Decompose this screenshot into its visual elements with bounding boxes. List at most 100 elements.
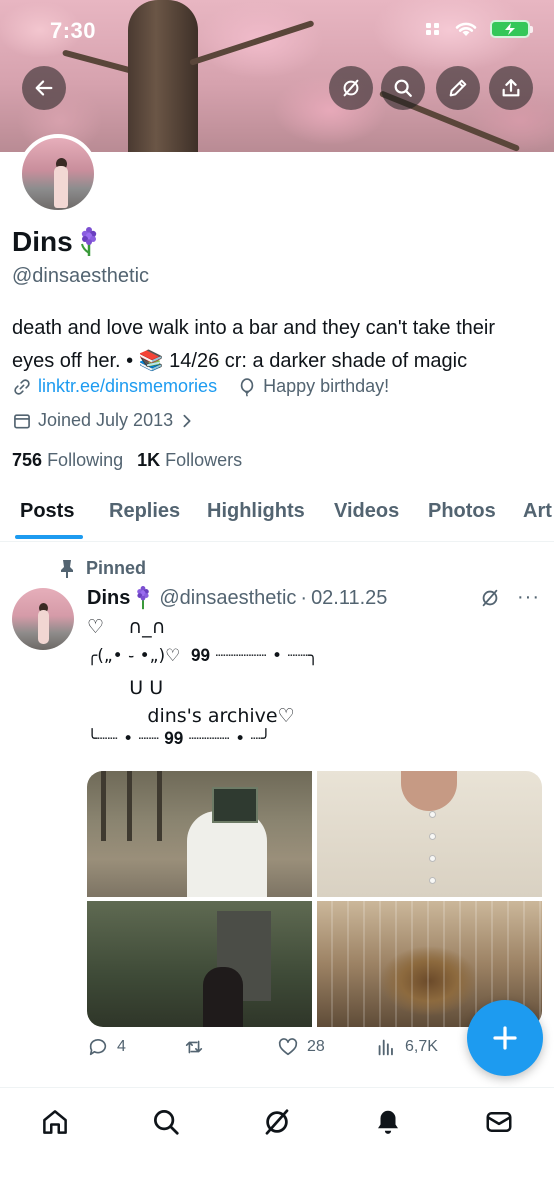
post-header: Dins @dinsaesthetic · 02.11.25 [87, 586, 387, 610]
mail-icon [486, 1112, 512, 1132]
profile-handle: @dinsaesthetic [12, 265, 150, 287]
edit-profile-button[interactable] [436, 66, 480, 110]
link-icon [14, 378, 30, 395]
post-avatar-figure [38, 610, 49, 644]
grok-icon[interactable] [479, 587, 501, 609]
repost-icon [185, 1040, 203, 1054]
post-top-actions: ··· [479, 586, 540, 609]
hyacinth-emoji-icon [80, 227, 96, 256]
followers-link[interactable]: 1K Followers [137, 450, 242, 471]
tab-articles[interactable]: Art [523, 500, 552, 523]
follow-stats: 756 Following 1K Followers [12, 450, 242, 471]
photo-tree [127, 771, 132, 841]
grok-button[interactable] [329, 66, 373, 110]
profile-display-name: Dins [12, 226, 99, 258]
post-text-line: U U [87, 677, 164, 699]
pin-icon [61, 559, 73, 578]
share-icon [502, 79, 520, 97]
avatar-figure [54, 166, 68, 208]
post-photo[interactable] [317, 771, 542, 897]
post-author-name[interactable]: Dins [87, 587, 130, 610]
pinned-label-row: Pinned [58, 558, 146, 579]
compose-post-button[interactable] [467, 1000, 543, 1076]
back-button[interactable] [22, 66, 66, 110]
battery-icon [490, 20, 533, 38]
views-button[interactable]: 6,7K [375, 1036, 438, 1058]
nav-messages[interactable] [481, 1104, 517, 1140]
like-count: 28 [307, 1038, 325, 1055]
wifi-icon [455, 22, 477, 36]
views-icon [378, 1039, 393, 1056]
search-icon [154, 1110, 179, 1135]
following-link[interactable]: 756 Following [12, 450, 123, 471]
post-text-line: ♡ ∩_∩ [87, 616, 166, 638]
reply-icon [89, 1038, 107, 1056]
grok-icon [265, 1109, 289, 1135]
repost-button[interactable] [183, 1036, 213, 1058]
tab-posts[interactable]: Posts [20, 500, 74, 523]
bottom-navigation [0, 1087, 554, 1199]
post-date[interactable]: 02.11.25 [311, 587, 387, 610]
tab-replies[interactable]: Replies [109, 500, 180, 523]
status-time: 7:30 [50, 18, 97, 43]
photo-button [429, 811, 436, 818]
cellular-icon [426, 23, 439, 35]
photo-neckline [401, 771, 457, 811]
display-name-text: Dins [12, 226, 73, 257]
followers-label: Followers [165, 450, 243, 470]
post-text-line: dins's archive♡ [87, 705, 295, 727]
pencil-icon [449, 79, 467, 97]
post-photo[interactable] [87, 901, 312, 1027]
tab-photos[interactable]: Photos [428, 500, 496, 523]
bell-icon [378, 1110, 398, 1134]
post-text-line: ╰┈┈ • ┈┈ 𝟗𝟗 ┈┈┈┈ • ┈╯ [87, 729, 271, 749]
profile-link[interactable]: linktr.ee/dinsmemories [38, 376, 217, 397]
back-arrow-icon [35, 80, 53, 96]
heart-icon [278, 1038, 298, 1056]
hyacinth-emoji-icon [137, 586, 150, 610]
reply-button[interactable]: 4 [87, 1036, 126, 1058]
nav-grok[interactable] [259, 1104, 295, 1140]
like-button[interactable]: 28 [277, 1036, 325, 1058]
photo-person [203, 967, 243, 1027]
post-author-avatar[interactable] [12, 588, 74, 650]
profile-bio: death and love walk into a bar and they … [12, 317, 496, 372]
photo-button [429, 855, 436, 862]
nav-explore[interactable] [148, 1104, 184, 1140]
more-options-icon[interactable]: ··· [517, 586, 540, 609]
post-photo[interactable] [87, 771, 312, 897]
chevron-right-icon [183, 414, 191, 427]
tab-highlights[interactable]: Highlights [207, 500, 305, 523]
profile-avatar[interactable] [18, 134, 98, 214]
grok-icon [343, 79, 359, 97]
profile-joined-row[interactable]: Joined July 2013 [12, 410, 201, 431]
following-count: 756 [12, 450, 43, 470]
photo-tree [157, 771, 162, 841]
post-text-line: ╭(„• ֊ •„)♡ 𝟗𝟗 ┈┈┈┈┈ • ┈┈╮ [87, 646, 319, 666]
photo-person [187, 811, 267, 897]
nav-home[interactable] [37, 1104, 73, 1140]
plus-icon [493, 1026, 517, 1050]
profile-joined: Joined July 2013 [38, 410, 174, 430]
status-icons [424, 20, 533, 38]
search-button[interactable] [381, 66, 425, 110]
calendar-icon [14, 413, 30, 428]
profile-tabs: Posts Replies Highlights Videos Photos A… [0, 486, 554, 542]
tab-videos[interactable]: Videos [334, 500, 399, 523]
pinned-label: Pinned [86, 558, 147, 578]
status-bar: 7:30 [0, 0, 554, 60]
share-button[interactable] [489, 66, 533, 110]
balloon-icon [240, 377, 254, 397]
profile-birthday: Happy birthday! [263, 376, 390, 396]
photo-tree [101, 771, 106, 841]
reply-count: 4 [117, 1038, 126, 1055]
photo-button [429, 833, 436, 840]
following-label: Following [47, 450, 124, 470]
photo-button [429, 877, 436, 884]
post-media-grid [87, 771, 542, 1027]
search-icon [394, 79, 412, 97]
active-tab-indicator [15, 535, 83, 539]
nav-notifications[interactable] [370, 1104, 406, 1140]
photo-book [212, 787, 258, 823]
post-author-handle[interactable]: @dinsaesthetic [159, 587, 296, 610]
